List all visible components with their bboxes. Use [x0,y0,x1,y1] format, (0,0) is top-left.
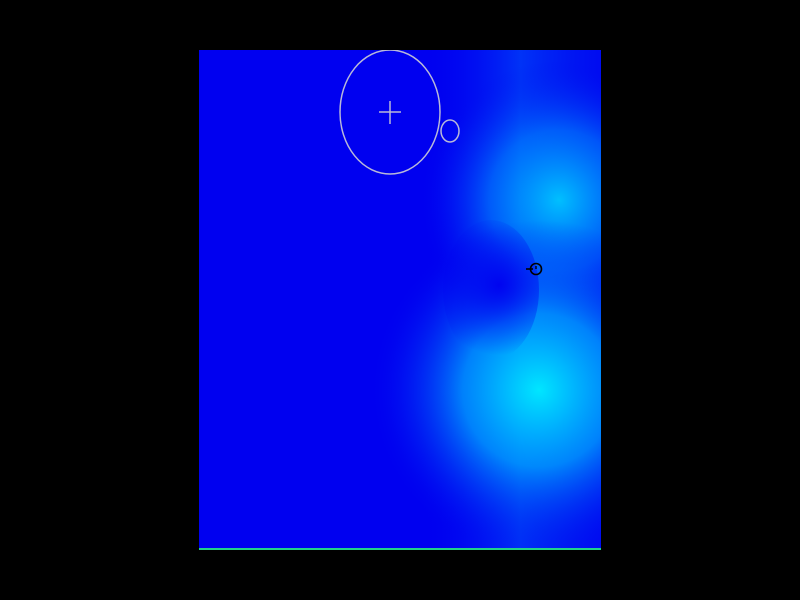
play-field[interactable] [199,50,601,550]
crosshair-reticle-icon[interactable] [339,50,441,175]
small-ring-icon[interactable] [440,119,460,143]
overlay-layer [339,50,543,276]
game-canvas[interactable] [0,0,800,600]
target-pointer-icon[interactable] [526,262,543,276]
floor-line [199,548,601,550]
